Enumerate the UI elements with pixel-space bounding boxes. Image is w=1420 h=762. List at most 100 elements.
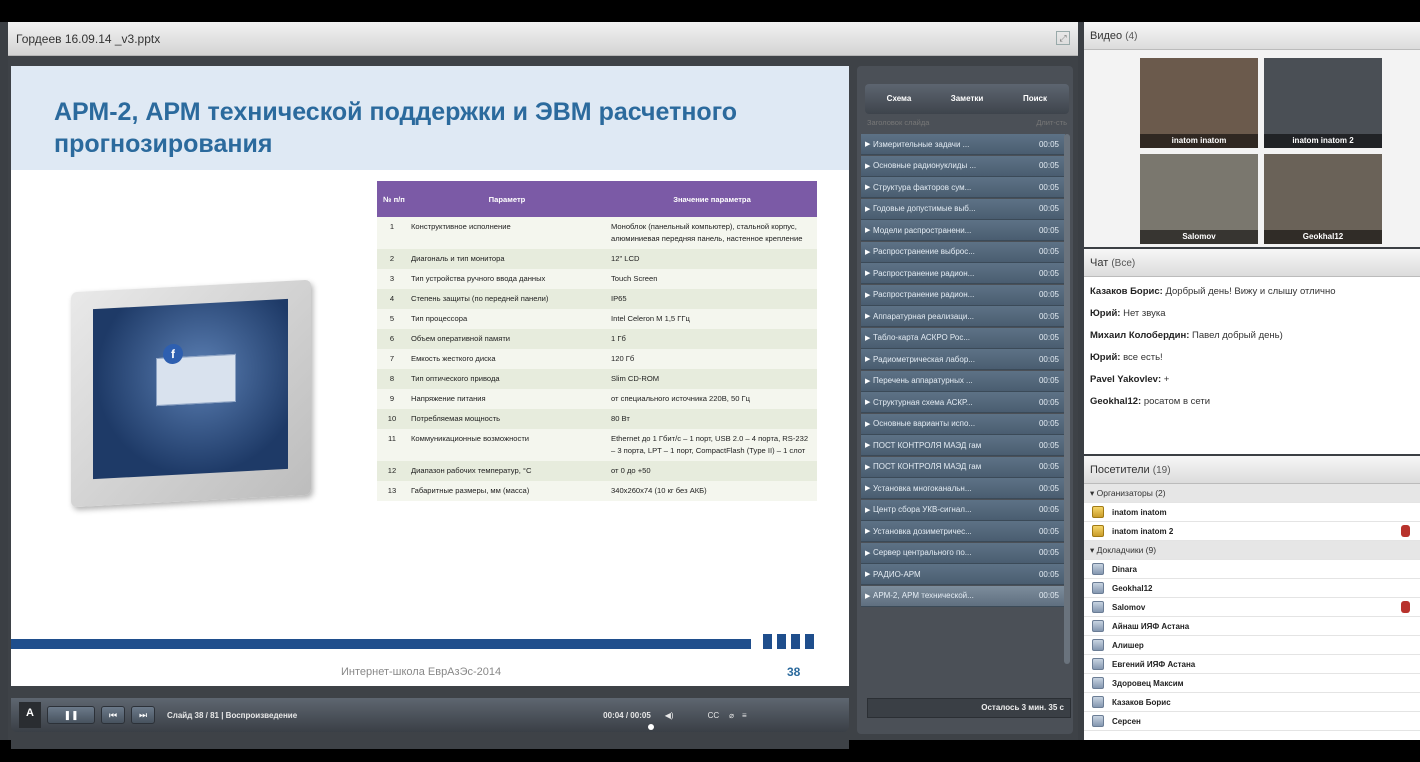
table-row: 13 Габаритные размеры, мм (масса) 340x260x… [377,481,817,501]
outline-item[interactable]: ▶ Сервер центрального по... 00:05 [861,542,1065,564]
outline-item[interactable]: ▶ ПОСТ КОНТРОЛЯ МАЭД гам 00:05 [861,456,1065,478]
table-cell: 12" LCD [607,249,817,269]
group-organizers[interactable]: ▾ Организаторы (2) [1084,484,1420,503]
chat-scope[interactable]: (Все) [1111,258,1135,269]
outline-item[interactable]: ▶ АРМ-2, АРМ технической... 00:05 [861,585,1065,607]
attendee-row[interactable]: Алишер [1084,636,1420,655]
expand-arrow-icon: ▶ [865,399,871,406]
table-row: 2 Диагональ и тип монитора 12" LCD [377,249,817,269]
outline-item[interactable]: ▶ РАДИО-АРМ 00:05 [861,564,1065,585]
outline-item-title: Структура факторов сум... [873,182,972,192]
table-cell: от специального источника 220В, 50 Гц [607,389,817,409]
outline-item[interactable]: ▶ Измерительные задачи ... 00:05 [861,134,1065,155]
outline-item-duration: 00:05 [1038,311,1059,321]
chat-pod: Чат (Все) Казаков Борис: Дорбрый день! В… [1084,249,1420,454]
attendee-row[interactable]: Казаков Борис [1084,693,1420,712]
attendee-row[interactable]: Здоровец Максим [1084,674,1420,693]
outline-item[interactable]: ▶ Перечень аппаратурных ... 00:05 [861,370,1065,392]
closed-captions-button[interactable]: CC [708,711,720,720]
expand-arrow-icon: ▶ [865,506,871,514]
outline-item[interactable]: ▶ ПОСТ КОНТРОЛЯ МАЭД гам 00:05 [861,435,1065,456]
table-cell: 10 [377,409,407,429]
attendee-row[interactable]: Salomov [1084,598,1420,617]
right-column: Видео (4) inatom inatom inatom inatom 2 … [1084,22,1420,740]
video-tile[interactable]: Salomov [1140,154,1258,244]
outline-col-duration: Длит-сть [1036,118,1067,127]
outline-item[interactable]: ▶ Центр сбора УКВ-сигнал... 00:05 [861,499,1065,521]
tab-outline[interactable]: Схема [865,84,933,114]
volume-icon[interactable]: ◀) [665,711,674,720]
playback-time: 00:04 / 00:05 [603,710,651,720]
outline-item-duration: 00:05 [1038,139,1059,149]
expand-arrow-icon: ▶ [865,377,871,385]
chat-message: Михаил Колобердин: Павел добрый день) [1090,329,1414,342]
outline-item-duration: 00:05 [1038,548,1059,557]
attendees-pod-title: Посетители [1090,464,1150,476]
attendee-row[interactable]: Айнаш ИЯФ Астана [1084,617,1420,636]
table-row: 9 Напряжение питания от специального источ… [377,389,817,409]
outline-item[interactable]: ▶ Табло-карта АСКРО Рос... 00:05 [861,327,1065,349]
chat-sender: Михаил Колобердин: [1090,330,1190,341]
outline-item-duration: 00:05 [1038,591,1059,600]
chat-sender: Pavel Yakovlev: [1090,374,1162,385]
tab-notes[interactable]: Заметки [933,84,1001,114]
group-presenters[interactable]: ▾ Докладчики (9) [1084,541,1420,560]
slide-footer-blocks [763,634,814,649]
outline-column-headers: Заголовок слайда Длит-сть [867,118,1067,127]
outline-item-title: Перечень аппаратурных ... [873,376,973,385]
outline-item[interactable]: ▶ Годовые допустимые выб... 00:05 [861,198,1065,220]
chat-text: Нет звука [1123,308,1166,319]
outline-item[interactable]: ▶ Основные радионуклиды ... 00:05 [861,155,1065,177]
attendee-row[interactable]: inatom inatom [1084,503,1420,522]
video-tile[interactable]: Geokhal12 [1264,154,1382,244]
fullscreen-icon[interactable]: ⤢ [1056,31,1070,45]
outline-item-title: Установка дозиметричес... [873,526,972,536]
outline-item[interactable]: ▶ Модели распространени... 00:05 [861,220,1065,241]
outline-tabs: Схема Заметки Поиск [865,84,1069,114]
outline-item[interactable]: ▶ Распространение радион... 00:05 [861,263,1065,284]
attendee-row[interactable]: Dinara [1084,560,1420,579]
outline-item[interactable]: ▶ Аппаратурная реализаци... 00:05 [861,306,1065,327]
table-cell: 9 [377,389,407,409]
table-header-value: Значение параметра [607,181,817,217]
outline-item[interactable]: ▶ Структурная схема АСКР... 00:05 [861,392,1065,413]
outline-item[interactable]: ▶ Распространение радион... 00:05 [861,284,1065,306]
menu-icon[interactable]: ≡ [742,711,747,720]
presentation-area: АРМ-2, АРМ технической поддержки и ЭВМ р… [11,66,849,749]
outline-item[interactable]: ▶ Установка многоканальн... 00:05 [861,478,1065,499]
next-slide-button[interactable]: ⏭ [131,706,155,724]
outline-item[interactable]: ▶ Структура факторов сум... 00:05 [861,177,1065,198]
outline-item[interactable]: ▶ Основные варианты испо... 00:05 [861,413,1065,435]
expand-arrow-icon: ▶ [865,291,871,299]
attendee-row[interactable]: Евгений ИЯФ Астана [1084,655,1420,674]
expand-arrow-icon: ▶ [865,184,871,191]
video-tile[interactable]: inatom inatom [1140,58,1258,148]
table-row: 12 Диапазон рабочих температур, °С от 0 до… [377,461,817,481]
outline-item-duration: 00:05 [1038,354,1059,364]
table-cell: Тип процессора [407,309,607,329]
chat-sender: Юрий: [1090,308,1121,319]
outline-item-title: Модели распространени... [873,225,972,235]
outline-item[interactable]: ▶ Радиометрическая лабор... 00:05 [861,349,1065,370]
pause-button[interactable]: ❚❚ [47,706,95,724]
expand-arrow-icon: ▶ [865,463,871,471]
attendee-row[interactable]: Серсен [1084,712,1420,731]
attendee-row[interactable]: Geokhal12 [1084,579,1420,598]
outline-item-duration: 00:05 [1038,419,1059,428]
table-cell: 4 [377,289,407,309]
outline-item-title: Сервер центрального по... [873,548,972,557]
prev-slide-button[interactable]: ⏮ [101,706,125,724]
table-cell: Touch Screen [607,269,817,289]
table-row: 7 Емкость жесткого диска 120 Гб [377,349,817,369]
outline-item-duration: 00:05 [1038,569,1059,579]
share-pod-title: Гордеев 16.09.14 _v3.pptx [16,31,161,46]
attendee-row[interactable]: inatom inatom 2 [1084,522,1420,541]
attachment-icon[interactable]: ⌀ [729,711,734,720]
playback-scrubber[interactable] [648,724,654,730]
tab-search[interactable]: Поиск [1001,84,1069,114]
user-icon [1092,582,1104,594]
outline-item[interactable]: ▶ Распространение выброс... 00:05 [861,241,1065,263]
outline-scrollbar[interactable] [1064,134,1070,664]
outline-item[interactable]: ▶ Установка дозиметричес... 00:05 [861,521,1065,542]
video-tile[interactable]: inatom inatom 2 [1264,58,1382,148]
